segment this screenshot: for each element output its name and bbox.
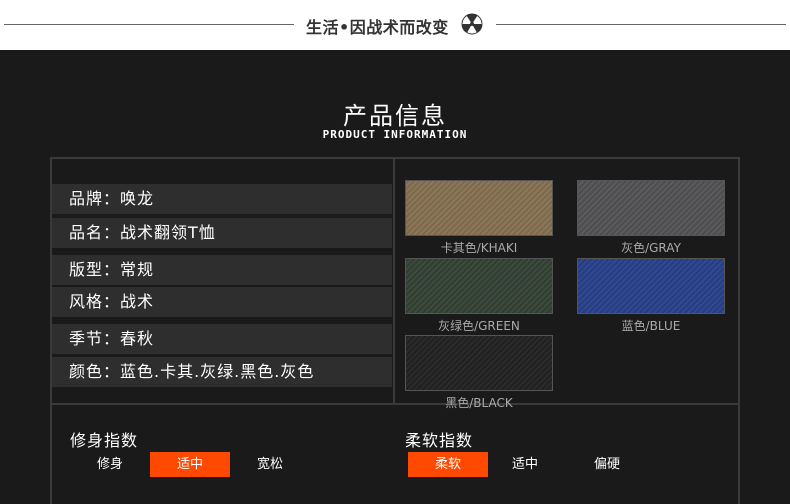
slogan: 生活•因战术而改变 [306, 18, 449, 37]
info-row-colors: 颜色：蓝色.卡其.灰绿.黑色.灰色 [52, 357, 392, 387]
swatch-green[interactable] [405, 258, 553, 314]
swatch-label-blue: 蓝色/BLUE [621, 319, 681, 333]
fit-option-loose[interactable]: 宽松 [230, 452, 310, 477]
info-row-name: 品名：战术翻领T恤 [52, 218, 392, 248]
banner-line-right [496, 24, 786, 25]
swatch-label-gray: 灰色/GRAY [621, 241, 681, 255]
top-banner: 生活•因战术而改变 [0, 0, 790, 50]
swatch-label-green: 灰绿色/GREEN [438, 319, 520, 333]
swatch-black[interactable] [405, 335, 553, 391]
info-row-fit: 版型：常规 [52, 255, 392, 285]
swatch-label-khaki: 卡其色/KHAKI [440, 241, 518, 255]
banner-line-left [4, 24, 294, 25]
info-row-season: 季节：春秋 [52, 324, 392, 354]
info-row-brand: 品牌：唤龙 [52, 184, 392, 214]
radiation-icon [461, 13, 483, 35]
soft-option-medium[interactable]: 适中 [485, 452, 565, 477]
fit-option-slim[interactable]: 修身 [70, 452, 150, 477]
swatch-blue[interactable] [577, 258, 725, 314]
swatch-gray[interactable] [577, 180, 725, 236]
soft-option-hard[interactable]: 偏硬 [567, 452, 647, 477]
soft-option-soft[interactable]: 柔软 [408, 452, 488, 477]
fit-option-regular[interactable]: 适中 [150, 452, 230, 477]
swatch-khaki[interactable] [405, 180, 553, 236]
fit-index-title: 修身指数 [70, 431, 139, 450]
info-divider [393, 157, 395, 405]
section-title: 产品信息 [343, 102, 447, 130]
info-row-style: 风格：战术 [52, 287, 392, 317]
section-subtitle: PRODUCT INFORMATION [322, 128, 468, 141]
soft-index-title: 柔软指数 [405, 431, 474, 450]
